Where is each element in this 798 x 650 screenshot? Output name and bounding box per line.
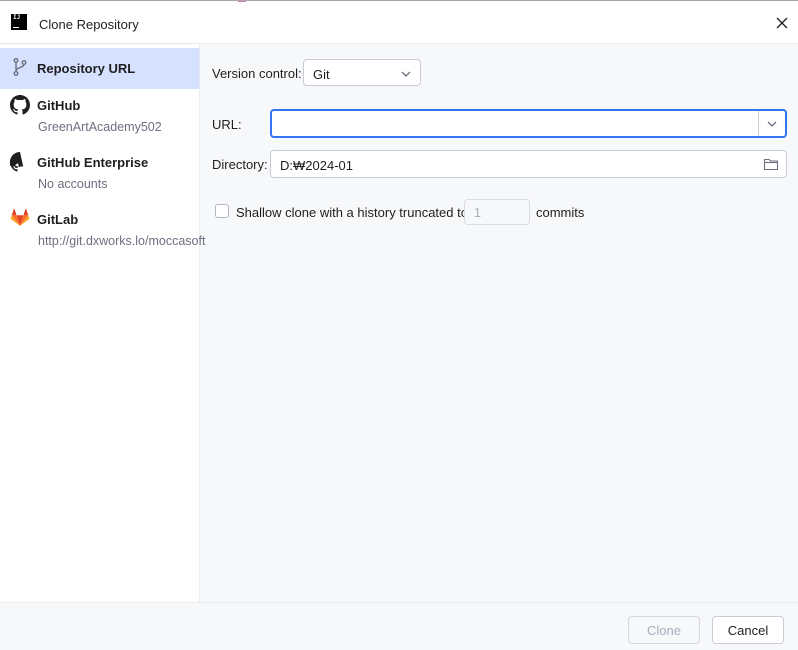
url-field[interactable]	[270, 109, 787, 138]
github-icon	[10, 95, 30, 115]
shallow-clone-label: Shallow clone with a history truncated t…	[236, 205, 468, 220]
directory-label: Directory:	[212, 157, 268, 172]
shallow-clone-checkbox[interactable]	[215, 204, 229, 218]
version-control-value: Git	[313, 67, 330, 82]
sidebar-item-repository-url[interactable]: Repository URL	[0, 48, 199, 89]
directory-field[interactable]: D:₩2024-01	[270, 150, 787, 178]
chevron-down-icon[interactable]	[766, 119, 778, 129]
url-input[interactable]	[278, 114, 748, 133]
title-bar: IJ Clone Repository	[0, 2, 798, 44]
url-label: URL:	[212, 117, 242, 132]
intellij-app-icon: IJ	[11, 14, 27, 30]
dialog-footer: Clone Cancel	[0, 602, 798, 650]
folder-icon[interactable]	[763, 157, 779, 171]
clone-button[interactable]: Clone	[628, 616, 700, 644]
sidebar-item-label: GitLab	[37, 212, 79, 227]
sidebar-item-account: No accounts	[38, 177, 108, 191]
version-control-label: Version control:	[212, 66, 302, 81]
directory-value: D:₩2024-01	[280, 158, 353, 173]
sidebar-item-account: http://git.dxworks.lo/moccasoft	[38, 234, 206, 248]
gitlab-tooltip-area	[0, 203, 220, 260]
sidebar-item-github[interactable]: GitHub GreenArtAcademy502	[0, 89, 199, 146]
chevron-down-icon	[401, 71, 411, 77]
vcs-branch-icon	[13, 58, 27, 76]
sidebar-item-account: GreenArtAcademy502	[38, 120, 162, 134]
version-control-select[interactable]: Git	[303, 59, 421, 86]
url-dropdown-divider	[758, 111, 759, 136]
github-icon	[10, 152, 24, 172]
close-button[interactable]	[772, 13, 792, 33]
shallow-depth-value: 1	[474, 206, 481, 220]
cancel-button[interactable]: Cancel	[712, 616, 784, 644]
sidebar-item-label: GitHub	[37, 98, 81, 113]
shallow-depth-field[interactable]: 1	[464, 199, 530, 225]
dialog-title: Clone Repository	[39, 17, 139, 32]
sidebar: Repository URL GitHub GreenArtAcademy502…	[0, 45, 205, 602]
sidebar-item-label: GitHub Enterprise	[37, 155, 149, 170]
clone-repository-dialog: IJ Clone Repository Repository URL GitHu…	[0, 0, 798, 650]
sidebar-item-gitlab[interactable]: GitLab http://git.dxworks.lo/moccasoft	[0, 203, 205, 260]
sidebar-item-github-enterprise[interactable]: GitHub Enterprise No accounts	[0, 146, 199, 203]
close-icon	[776, 17, 788, 29]
gitlab-icon	[10, 208, 30, 226]
sidebar-item-label: Repository URL	[37, 61, 136, 76]
commits-label: commits	[536, 205, 585, 220]
